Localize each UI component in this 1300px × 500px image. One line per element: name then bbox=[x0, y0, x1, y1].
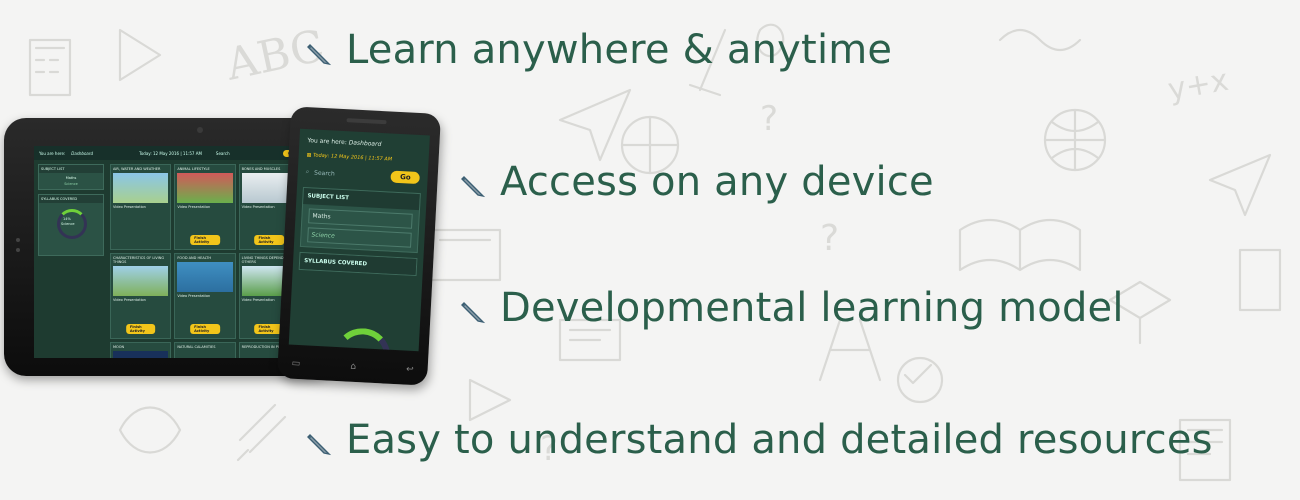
feature-any-device: Access on any device bbox=[460, 162, 934, 202]
finish-activity-button[interactable]: Finish Activity bbox=[125, 324, 156, 334]
topic-card[interactable]: MOON bbox=[110, 342, 172, 358]
phone-nav-bar: ▭ ⌂ ↩ bbox=[291, 359, 413, 375]
camera-icon bbox=[197, 127, 203, 133]
phone-device: You are here: Dashboard ▦ Today: 12 May … bbox=[276, 106, 442, 386]
feature-text: Access on any device bbox=[500, 159, 934, 205]
pencil-icon bbox=[461, 302, 486, 324]
topic-card[interactable]: AIR, WATER AND WEATHER Video Presentatio… bbox=[110, 164, 172, 250]
back-icon[interactable]: ↩ bbox=[406, 365, 414, 375]
tablet-card-grid: AIR, WATER AND WEATHER Video Presentatio… bbox=[110, 164, 300, 358]
card-title: MOON bbox=[113, 345, 125, 349]
card-title: AIR, WATER AND WEATHER bbox=[113, 167, 161, 171]
home-icon[interactable]: ⌂ bbox=[350, 362, 356, 372]
card-title: NATURAL CALAMITIES bbox=[177, 345, 216, 349]
tablet-screen: You are here: Dashboard Today: 12 May 20… bbox=[34, 146, 304, 358]
speaker-grille bbox=[346, 118, 387, 125]
card-title: CHARACTERISTICS OF LIVING THINGS bbox=[113, 256, 165, 264]
card-label: Video Presentation bbox=[113, 205, 146, 209]
pencil-icon bbox=[307, 44, 332, 66]
feature-developmental-model: Developmental learning model bbox=[460, 288, 1124, 328]
phone-screen: You are here: Dashboard ▦ Today: 12 May … bbox=[288, 128, 430, 352]
finish-activity-button[interactable]: Finish Activity bbox=[190, 235, 220, 245]
card-thumbnail bbox=[113, 173, 169, 203]
feature-text: Easy to understand and detailed resource… bbox=[346, 417, 1213, 463]
progress-ring bbox=[332, 326, 392, 352]
feature-text: Developmental learning model bbox=[500, 285, 1124, 331]
finish-activity-button[interactable]: Finish Activity bbox=[190, 324, 220, 334]
feature-text: Learn anywhere & anytime bbox=[346, 27, 893, 73]
svg-text:?: ? bbox=[760, 99, 778, 139]
subject-list-heading: SUBJECT LIST bbox=[39, 165, 103, 173]
svg-text:?: ? bbox=[820, 218, 839, 259]
card-label: Video Presentation bbox=[177, 294, 211, 298]
breadcrumb-prefix: You are here: bbox=[307, 137, 347, 147]
topic-card[interactable]: CHARACTERISTICS OF LIVING THINGS Video P… bbox=[110, 253, 172, 339]
go-button[interactable]: Go bbox=[390, 170, 420, 185]
pencil-icon bbox=[461, 176, 486, 198]
subject-item-science[interactable]: Science bbox=[307, 227, 412, 248]
syllabus-box: SYLLABUS COVERED 14% Science bbox=[38, 194, 104, 256]
card-title: FOOD AND HEALTH bbox=[177, 256, 211, 260]
card-title: ANIMAL LIFESTYLE bbox=[177, 167, 210, 171]
progress-value: 14% bbox=[63, 217, 71, 221]
finish-activity-button[interactable]: Finish Activity bbox=[254, 235, 285, 245]
subject-list-heading: SUBJECT LIST bbox=[303, 188, 420, 211]
progress-subject: Science bbox=[61, 222, 75, 226]
breadcrumb-prefix: You are here: bbox=[39, 150, 66, 156]
subject-item-maths[interactable]: Maths bbox=[308, 208, 413, 229]
subject-list-box: SUBJECT LIST Maths Science bbox=[38, 164, 104, 190]
syllabus-heading: SYLLABUS COVERED bbox=[39, 195, 103, 203]
breadcrumb[interactable]: Dashboard bbox=[349, 139, 382, 148]
feature-learn-anywhere: Learn anywhere & anytime bbox=[306, 30, 892, 70]
recent-apps-icon[interactable]: ▭ bbox=[291, 359, 300, 369]
topic-card[interactable]: NATURAL CALAMITIES bbox=[174, 342, 236, 358]
card-label: Video Presentation bbox=[113, 298, 146, 302]
tablet-sidebar: SUBJECT LIST Maths Science SYLLABUS COVE… bbox=[38, 164, 104, 260]
subject-item-science[interactable]: Science bbox=[41, 181, 101, 187]
sensor-dot bbox=[16, 238, 20, 242]
card-thumbnail bbox=[177, 262, 233, 292]
date-label: Today: 12 May 2016 | 11:57 AM bbox=[139, 150, 202, 156]
tablet-topbar: You are here: Dashboard Today: 12 May 20… bbox=[34, 146, 304, 160]
search-input[interactable]: Search bbox=[314, 169, 335, 177]
date-text: Today: 12 May 2016 | 11:57 AM bbox=[312, 152, 393, 163]
breadcrumb[interactable]: Dashboard bbox=[71, 151, 93, 156]
pencil-icon bbox=[307, 434, 332, 456]
svg-text:y+x: y+x bbox=[1165, 63, 1231, 108]
card-label: Video Presentation bbox=[177, 205, 211, 209]
search-icon: ⌕ bbox=[305, 168, 310, 176]
card-thumbnail bbox=[177, 173, 233, 203]
search-input[interactable]: Search bbox=[216, 151, 230, 156]
card-thumbnail bbox=[113, 266, 169, 296]
card-thumbnail bbox=[113, 351, 169, 358]
syllabus-box: SYLLABUS COVERED bbox=[298, 251, 418, 277]
syllabus-heading: SYLLABUS COVERED bbox=[299, 252, 417, 275]
topic-card[interactable]: ANIMAL LIFESTYLE Video Presentation Fini… bbox=[174, 164, 236, 250]
topic-card[interactable]: FOOD AND HEALTH Video Presentation Finis… bbox=[174, 253, 236, 339]
subject-list-box: SUBJECT LIST Maths Science bbox=[299, 186, 421, 254]
feature-detailed-resources: Easy to understand and detailed resource… bbox=[306, 420, 1213, 460]
sensor-dot bbox=[16, 248, 20, 252]
